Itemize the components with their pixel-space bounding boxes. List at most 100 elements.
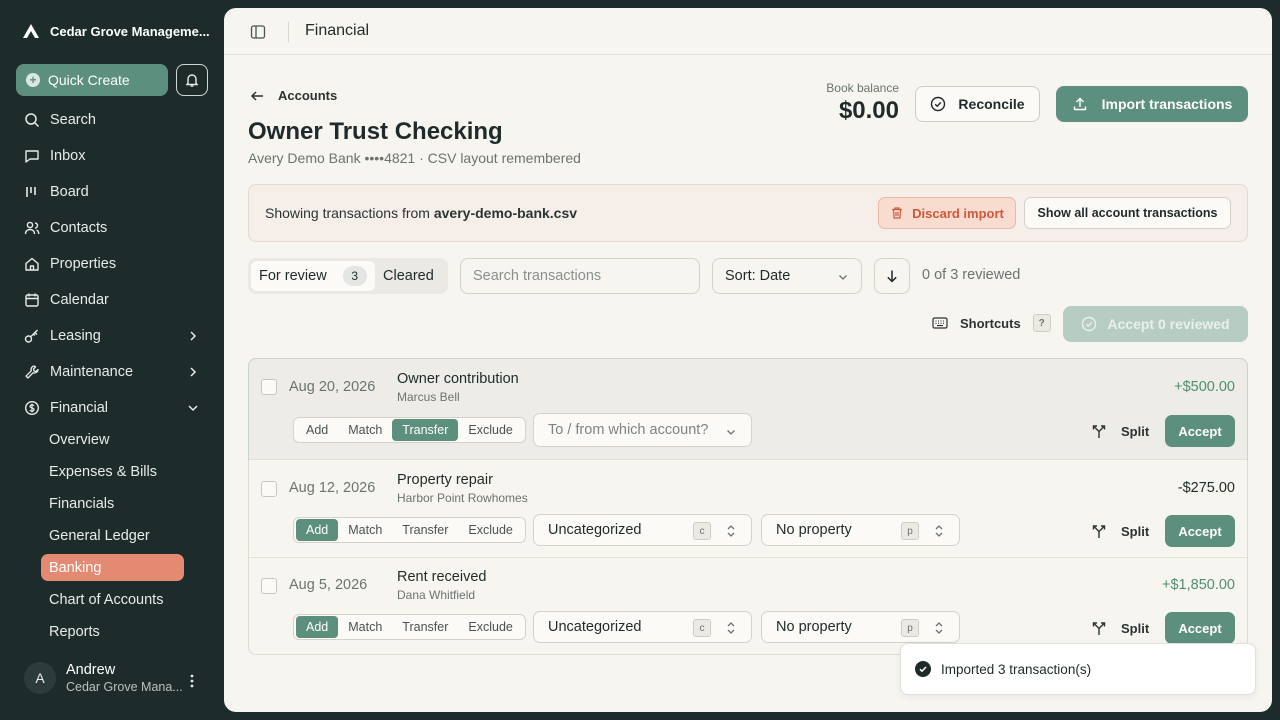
search-icon (25, 113, 40, 128)
split-icon (1092, 425, 1106, 438)
plus-icon: + (26, 73, 40, 87)
search-input[interactable] (460, 258, 700, 294)
reconcile-button[interactable]: Reconcile (915, 86, 1040, 122)
nav-search[interactable]: Search (16, 102, 208, 138)
action-add[interactable]: Add (296, 419, 338, 441)
discard-import-button[interactable]: Discard import (878, 197, 1016, 229)
action-match[interactable]: Match (338, 519, 392, 541)
nav-leasing[interactable]: Leasing (16, 318, 208, 354)
accept-button[interactable]: Accept (1165, 415, 1235, 447)
reconcile-label: Reconcile (958, 96, 1025, 112)
row-checkbox[interactable] (261, 379, 277, 395)
subnav-chart-of-accounts[interactable]: Chart of Accounts (41, 584, 184, 616)
tab-for-review[interactable]: For review 3 (251, 261, 375, 291)
nav-properties[interactable]: Properties (16, 246, 208, 282)
accept-button[interactable]: Accept (1165, 612, 1235, 644)
quick-create-button[interactable]: + Quick Create (16, 64, 168, 96)
accept-button[interactable]: Accept (1165, 515, 1235, 547)
user-name: Andrew (66, 662, 116, 678)
check-circle-icon (931, 96, 946, 112)
nav-maintenance[interactable]: Maintenance (16, 354, 208, 390)
accept-reviewed-button[interactable]: Accept 0 reviewed (1063, 306, 1248, 342)
action-exclude[interactable]: Exclude (458, 419, 522, 441)
board-icon (26, 187, 36, 197)
property-select[interactable]: No property p (761, 514, 960, 546)
nav-contacts[interactable]: Contacts (16, 210, 208, 246)
notifications-button[interactable] (176, 64, 208, 96)
import-banner: Showing transactions from avery-demo-ban… (248, 184, 1248, 242)
action-match[interactable]: Match (338, 419, 392, 441)
dollar-icon (24, 400, 40, 416)
action-add[interactable]: Add (296, 616, 339, 638)
property-select[interactable]: No property p (761, 611, 960, 643)
subnav-reports[interactable]: Reports (41, 616, 184, 648)
arrow-down-icon (887, 270, 897, 283)
more-vertical-icon[interactable] (186, 672, 198, 690)
tx-date: Aug 5, 2026 (289, 577, 368, 593)
row-checkbox[interactable] (261, 578, 277, 594)
chevrons-up-down-icon (727, 525, 735, 537)
property-shortcut-key: p (901, 619, 919, 637)
import-label: Import transactions (1101, 96, 1233, 112)
chevron-down-icon (727, 430, 735, 435)
user-menu[interactable]: A Andrew Cedar Grove Mana... (24, 662, 183, 694)
account-subtitle: Avery Demo Bank ••••4821 · CSV layout re… (248, 150, 581, 166)
transaction-row[interactable]: Aug 5, 2026 Rent received Dana Whitfield… (249, 557, 1247, 654)
subnav-banking[interactable]: Banking (41, 554, 184, 581)
sort-direction-button[interactable] (874, 258, 910, 294)
action-exclude[interactable]: Exclude (458, 519, 522, 541)
sort-select[interactable]: Sort: Date (712, 258, 862, 294)
split-button[interactable]: Split (1091, 620, 1149, 636)
action-transfer[interactable]: Transfer (392, 616, 458, 638)
tab-cleared[interactable]: Cleared (375, 261, 442, 291)
transfer-account-select[interactable]: To / from which account? (533, 413, 752, 447)
nav-board[interactable]: Board (16, 174, 208, 210)
chevron-right-icon (190, 331, 197, 341)
review-tabs: For review 3 Cleared (248, 258, 448, 294)
transaction-row[interactable]: Aug 12, 2026 Property repair Harbor Poin… (249, 459, 1247, 557)
subnav-expenses-bills[interactable]: Expenses & Bills (41, 456, 184, 488)
show-all-transactions-button[interactable]: Show all account transactions (1024, 197, 1231, 229)
category-select[interactable]: Uncategorized c (533, 514, 752, 546)
subnav-general-ledger[interactable]: General Ledger (41, 520, 184, 552)
nav-calendar[interactable]: Calendar (16, 282, 208, 318)
tx-date: Aug 12, 2026 (289, 480, 376, 496)
user-org: Cedar Grove Mana... (66, 680, 183, 694)
category-value: Uncategorized (548, 619, 642, 635)
subnav-financials[interactable]: Financials (41, 488, 184, 520)
action-add[interactable]: Add (296, 519, 339, 541)
wrench-icon (25, 365, 39, 379)
category-shortcut-key: c (693, 522, 711, 540)
property-value: No property (776, 522, 852, 538)
category-select[interactable]: Uncategorized c (533, 611, 752, 643)
transaction-row[interactable]: Aug 20, 2026 Owner contribution Marcus B… (248, 358, 1248, 460)
action-transfer[interactable]: Transfer (392, 419, 459, 441)
sidebar-toggle-icon[interactable] (250, 24, 266, 40)
tx-payee: Marcus Bell (397, 390, 460, 404)
property-shortcut-key: p (901, 522, 919, 540)
avatar: A (24, 662, 56, 694)
back-to-accounts-link[interactable]: Accounts (250, 88, 337, 103)
inbox-icon (25, 150, 39, 163)
org-switcher[interactable]: Cedar Grove Manageme... (22, 22, 210, 40)
tx-payee: Dana Whitfield (397, 588, 476, 602)
import-transactions-button[interactable]: Import transactions (1056, 86, 1248, 122)
check-circle-icon (915, 661, 931, 677)
main-panel: Financial Accounts Owner Trust Checking … (224, 8, 1272, 712)
row-checkbox[interactable] (261, 481, 277, 497)
action-exclude[interactable]: Exclude (458, 616, 522, 638)
nav-financial[interactable]: Financial (16, 390, 208, 426)
tx-amount: +$1,850.00 (1162, 577, 1235, 593)
subnav-overview[interactable]: Overview (41, 424, 184, 456)
divider (288, 22, 289, 42)
action-match[interactable]: Match (338, 616, 392, 638)
toast-message: Imported 3 transaction(s) (941, 661, 1092, 677)
split-icon (1092, 525, 1106, 538)
shortcuts-button[interactable]: Shortcuts ? (932, 314, 1051, 332)
arrow-left-icon (250, 90, 263, 101)
action-transfer[interactable]: Transfer (392, 519, 458, 541)
org-name: Cedar Grove Manageme... (50, 23, 210, 39)
nav-inbox[interactable]: Inbox (16, 138, 208, 174)
split-button[interactable]: Split (1091, 523, 1149, 539)
split-button[interactable]: Split (1091, 423, 1149, 439)
